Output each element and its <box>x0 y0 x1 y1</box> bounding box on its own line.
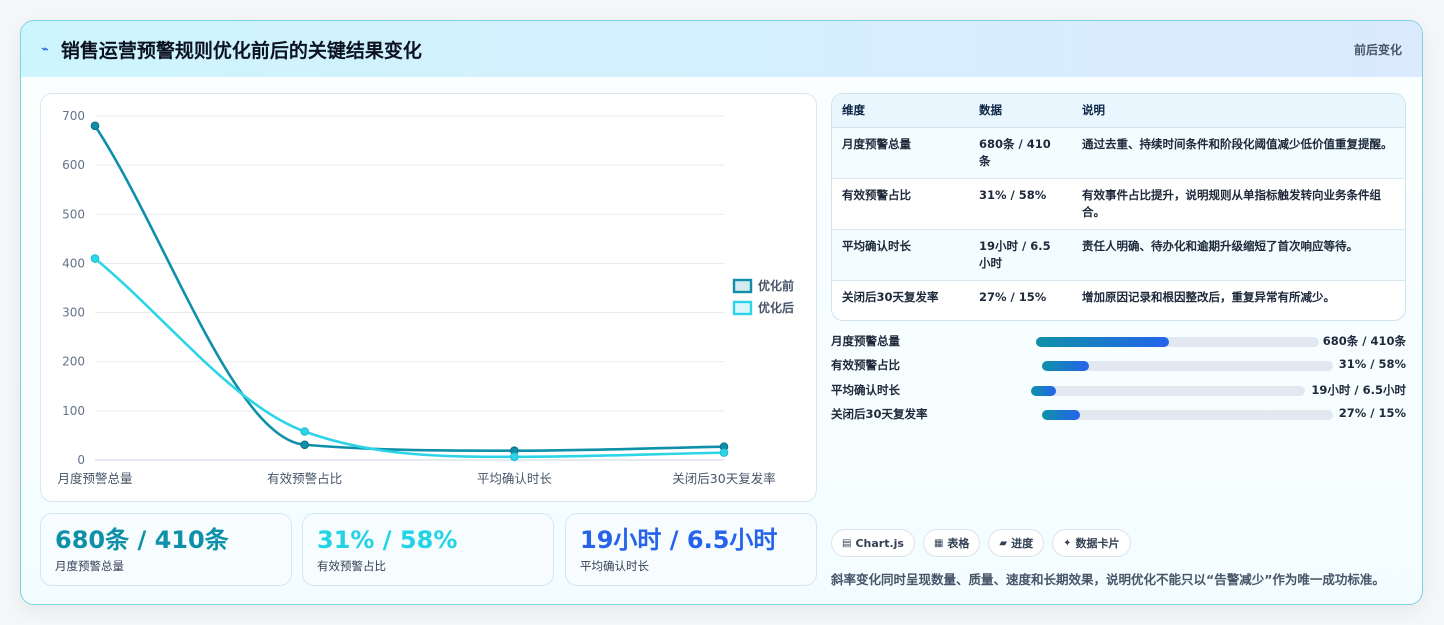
x-tick-label: 月度预警总量 <box>57 471 132 486</box>
x-tick-label: 关闭后30天复发率 <box>672 471 775 486</box>
kpi-card-confirm-time: 19小时 / 6.5小时 平均确认时长 <box>565 513 817 586</box>
table-cell: 有效预警占比 <box>832 178 969 230</box>
data-point <box>510 452 519 462</box>
progress-fill <box>1031 386 1056 396</box>
table-header-row: 维度 数据 说明 <box>832 94 1405 128</box>
card-title: 销售运营预警规则优化前后的关键结果变化 <box>60 39 422 62</box>
table-cell: 有效事件占比提升，说明规则从单指标触发转向业务条件组合。 <box>1072 178 1405 230</box>
y-tick-label: 400 <box>62 256 85 270</box>
y-tick-label: 200 <box>62 355 85 369</box>
kpi-label: 有效预警占比 <box>317 559 386 573</box>
kpi-value: 680条 / 410条 <box>55 526 229 554</box>
result-card: ⌁ 销售运营预警规则优化前后的关键结果变化 前后变化 0 100 200 300 400… <box>20 20 1423 605</box>
legend-label: 优化前 <box>758 278 794 293</box>
progress-value: 31% / 58% <box>1338 357 1406 371</box>
y-tick-label: 300 <box>62 306 85 320</box>
progress-fill <box>1036 337 1169 347</box>
chart-icon: ▤ <box>842 537 852 549</box>
table-row: 有效预警占比 31% / 58% 有效事件占比提升，说明规则从单指标触发转向业务… <box>832 178 1405 230</box>
progress-track <box>1042 410 1333 420</box>
progress-label: 月度预警总量 <box>831 334 900 348</box>
data-point <box>90 121 100 131</box>
kpi-label: 月度预警总量 <box>55 559 124 573</box>
tech-chips: ▤ Chart.js ▦ 表格 ▰ 进度 ✦ 数据卡片 <box>831 529 1131 557</box>
legend-label: 优化后 <box>758 300 794 315</box>
progress-label: 有效预警占比 <box>831 358 900 372</box>
y-tick-label: 500 <box>62 207 85 221</box>
progress-label: 平均确认时长 <box>831 383 900 397</box>
y-tick-label: 700 <box>62 109 85 123</box>
progress-icon: ▰ <box>999 537 1008 549</box>
footnote: 斜率变化同时呈现数量、质量、速度和长期效果，说明优化不能只以“告警减少”作为唯一… <box>831 572 1385 587</box>
table-cell: 680条 / 410条 <box>969 127 1072 179</box>
series-line-before <box>93 125 725 452</box>
progress-label: 关闭后30天复发率 <box>831 407 928 421</box>
progress-row-recurrence: 关闭后30天复发率 27% / 15% <box>831 404 1406 424</box>
table-cell: 通过去重、持续时间条件和阶段化阈值减少低价值重复提醒。 <box>1072 127 1405 179</box>
column-header-dimension: 维度 <box>832 94 969 128</box>
table-cell: 31% / 58% <box>969 178 1072 230</box>
kpi-value: 31% / 58% <box>317 526 458 554</box>
legend-swatch <box>732 300 753 316</box>
x-tick-label: 有效预警占比 <box>267 471 342 486</box>
kpi-label: 平均确认时长 <box>580 559 649 573</box>
table-row: 月度预警总量 680条 / 410条 通过去重、持续时间条件和阶段化阈值减少低价… <box>832 127 1405 179</box>
progress-value: 680条 / 410条 <box>1322 334 1406 348</box>
header-tag: 前后变化 <box>1353 42 1402 57</box>
column-header-data: 数据 <box>969 94 1072 128</box>
table-cell: 平均确认时长 <box>832 229 969 281</box>
chip-label: 表格 <box>947 537 970 550</box>
table-cell: 责任人明确、待办化和逾期升级缩短了首次响应等待。 <box>1072 229 1405 281</box>
y-tick-label: 0 <box>77 453 85 467</box>
chip-progress[interactable]: ▰ 进度 <box>988 529 1045 557</box>
progress-track <box>1031 386 1305 396</box>
table-cell: 27% / 15% <box>969 280 1072 314</box>
progress-value: 19小时 / 6.5小时 <box>1311 383 1406 397</box>
data-point <box>300 440 309 450</box>
kpi-card-valid-ratio: 31% / 58% 有效预警占比 <box>302 513 554 586</box>
data-point <box>90 254 100 263</box>
y-tick-label: 600 <box>62 158 85 172</box>
progress-track <box>1036 337 1319 347</box>
table-row: 平均确认时长 19小时 / 6.5小时 责任人明确、待办化和逾期升级缩短了首次响… <box>832 229 1405 281</box>
chip-data-card[interactable]: ✦ 数据卡片 <box>1052 529 1131 557</box>
x-tick-label: 平均确认时长 <box>477 471 553 486</box>
card-header: ⌁ 销售运营预警规则优化前后的关键结果变化 前后变化 <box>21 21 1422 77</box>
progress-row-alert-volume: 月度预警总量 680条 / 410条 <box>831 331 1406 351</box>
data-point <box>300 427 309 436</box>
chip-table[interactable]: ▦ 表格 <box>922 529 981 557</box>
legend-swatch <box>732 278 753 294</box>
table-cell: 关闭后30天复发率 <box>832 280 969 314</box>
slope-chart-panel: 0 100 200 300 400 500 600 700 月度预警总量 有效预警占比 平均确认时长… <box>40 93 817 502</box>
data-point <box>719 448 729 457</box>
table-cell: 月度预警总量 <box>832 127 969 179</box>
table-row: 关闭后30天复发率 27% / 15% 增加原因记录和根因整改后，重复异常有所减… <box>832 280 1405 314</box>
sparkle-icon: ✦ <box>1063 537 1072 549</box>
chip-label: 数据卡片 <box>1075 537 1120 550</box>
table-cell: 19小时 / 6.5小时 <box>969 229 1072 281</box>
kpi-card-alert-volume: 680条 / 410条 月度预警总量 <box>40 513 292 586</box>
progress-fill <box>1042 410 1080 420</box>
series-line-after <box>94 257 725 459</box>
kpi-value: 19小时 / 6.5小时 <box>580 526 778 554</box>
chip-chartjs[interactable]: ▤ Chart.js <box>831 529 915 557</box>
table-cell: 增加原因记录和根因整改后，重复异常有所减少。 <box>1072 280 1405 314</box>
column-header-description: 说明 <box>1072 94 1405 128</box>
y-tick-label: 100 <box>62 404 85 418</box>
progress-fill <box>1042 361 1089 371</box>
progress-row-valid-ratio: 有效预警占比 31% / 58% <box>831 355 1406 375</box>
progress-track <box>1042 361 1333 371</box>
progress-value: 27% / 15% <box>1338 406 1406 420</box>
slope-chart: 0 100 200 300 400 500 600 700 月度预警总量 有效预警占比 平均确认时长… <box>57 109 794 486</box>
bolt-icon: ⌁ <box>41 41 49 57</box>
chip-label: 进度 <box>1011 537 1034 550</box>
comparison-table: 维度 数据 说明 月度预警总量 680条 / 410条 通过去重、持续时间条件和… <box>831 93 1406 321</box>
chip-label: Chart.js <box>855 536 904 550</box>
table-icon: ▦ <box>933 537 944 549</box>
progress-row-confirm-time: 平均确认时长 19小时 / 6.5小时 <box>831 380 1406 400</box>
